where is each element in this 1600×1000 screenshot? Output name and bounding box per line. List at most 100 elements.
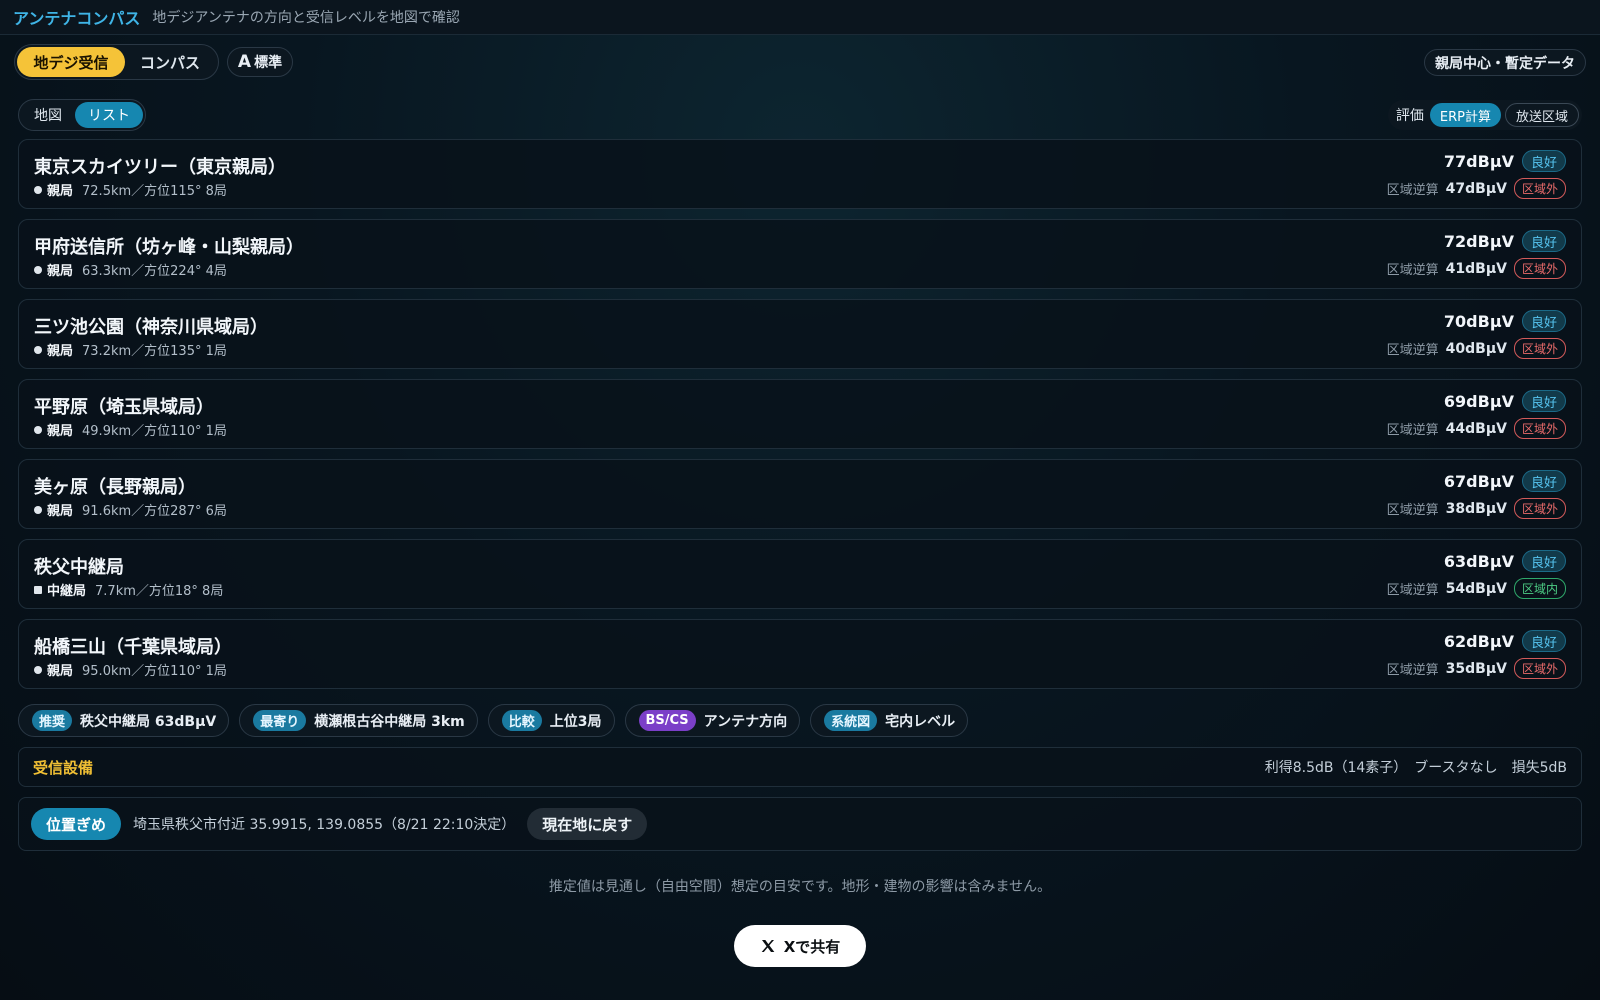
- grade-badge: 良好: [1521, 630, 1566, 652]
- text-size-button[interactable]: A 標準: [227, 47, 293, 77]
- station-card[interactable]: 平野原（埼玉県域局） 親局 49.9km／方位110° 1局 69dBμV 良好…: [18, 379, 1582, 449]
- zone-badge: 区域外: [1513, 498, 1566, 519]
- main-dot-icon: [34, 265, 42, 274]
- data-status-badge: 親局中心・暫定データ: [1424, 49, 1586, 76]
- zone-badge: 区域外: [1513, 338, 1566, 359]
- reverse-label: 区域逆算: [1386, 423, 1439, 438]
- station-card[interactable]: 美ヶ原（長野親局） 親局 91.6km／方位287° 6局 67dBμV 良好 …: [18, 459, 1582, 529]
- zone-badge: 区域外: [1513, 418, 1566, 439]
- zone-badge: 区域内: [1513, 578, 1566, 599]
- top-bar: アンテナコンパス 地デジアンテナの方向と受信レベルを地図で確認: [0, 0, 1600, 35]
- chip-tag: 最寄り: [253, 710, 307, 731]
- station-reverse-row: 区域逆算 44dBμV 区域外: [1387, 418, 1566, 439]
- grade-badge: 良好: [1521, 550, 1566, 572]
- signal-level: 72dBμV: [1443, 231, 1514, 251]
- main-dot-icon: [34, 345, 42, 354]
- equipment-info: 利得8.5dB（14素子） ブースタなし 損失5dB: [1264, 760, 1567, 776]
- zone-badge: 区域外: [1513, 658, 1566, 679]
- location-set-button[interactable]: 位置ぎめ: [31, 808, 122, 840]
- station-level-row: 67dBμV 良好: [1444, 470, 1566, 492]
- tab-terrestrial[interactable]: 地デジ受信: [17, 47, 125, 77]
- station-name: 三ツ池公園（神奈川県域局）: [34, 317, 268, 338]
- station-type: 親局: [47, 184, 74, 199]
- main-dot-icon: [34, 425, 42, 434]
- zone-badge: 区域外: [1513, 258, 1566, 279]
- signal-level: 62dBμV: [1443, 631, 1514, 651]
- chip-text: アンテナ方向: [703, 713, 788, 730]
- reverse-label: 区域逆算: [1386, 183, 1439, 198]
- station-level-row: 77dBμV 良好: [1444, 150, 1566, 172]
- chip-text: 宅内レベル: [885, 713, 956, 730]
- disclaimer: 推定値は見通し（自由空間）想定の目安です。地形・建物の影響は含みません。: [548, 879, 1052, 895]
- station-reverse-row: 区域逆算 35dBμV 区域外: [1387, 658, 1566, 679]
- relay-square-icon: [34, 585, 42, 594]
- quick-chip[interactable]: 推奨 秩父中継局 63dBμV: [18, 704, 230, 737]
- quick-chip[interactable]: 比較 上位3局: [487, 704, 615, 737]
- station-name: 美ヶ原（長野親局）: [34, 477, 196, 498]
- eval-erp-option[interactable]: ERP計算: [1429, 103, 1501, 127]
- tab-compass[interactable]: コンパス: [125, 47, 215, 77]
- view-list-option[interactable]: リスト: [75, 102, 143, 128]
- station-meta: 親局 95.0km／方位110° 1局: [34, 660, 227, 679]
- main-dot-icon: [34, 185, 42, 194]
- station-type: 中継局: [47, 584, 87, 599]
- signal-level: 70dBμV: [1443, 311, 1514, 331]
- evaluation-switch: 評価 ERP計算 放送区域: [1387, 100, 1582, 130]
- quick-chip[interactable]: BS/CS アンテナ方向: [624, 704, 801, 737]
- reverse-label: 区域逆算: [1386, 663, 1439, 678]
- station-level-row: 63dBμV 良好: [1444, 550, 1566, 572]
- reverse-label: 区域逆算: [1386, 503, 1439, 518]
- station-meta: 親局 73.2km／方位135° 1局: [34, 340, 227, 359]
- eval-area-option[interactable]: 放送区域: [1504, 103, 1579, 127]
- station-list: 東京スカイツリー（東京親局） 親局 72.5km／方位115° 8局 77dBμ…: [18, 139, 1582, 699]
- location-bar: 位置ぎめ 埼玉県秩父市付近 35.9915, 139.0855（8/21 22:…: [18, 797, 1582, 851]
- chip-text: 秩父中継局 63dBμV: [80, 713, 217, 730]
- station-level-row: 69dBμV 良好: [1444, 390, 1566, 412]
- app-subtitle: 地デジアンテナの方向と受信レベルを地図で確認: [152, 10, 460, 26]
- station-meta: 親局 91.6km／方位287° 6局: [34, 500, 227, 519]
- equipment-bar[interactable]: 受信設備 利得8.5dB（14素子） ブースタなし 損失5dB: [18, 747, 1582, 787]
- station-reverse-row: 区域逆算 38dBμV 区域外: [1387, 498, 1566, 519]
- signal-level: 77dBμV: [1443, 151, 1514, 171]
- station-name: 船橋三山（千葉県域局）: [34, 637, 232, 658]
- view-map-option[interactable]: 地図: [21, 102, 75, 128]
- signal-level: 63dBμV: [1443, 551, 1514, 571]
- station-card[interactable]: 秩父中継局 中継局 7.7km／方位18° 8局 63dBμV 良好 区域逆算 …: [18, 539, 1582, 609]
- view-switch: 地図 リスト: [18, 99, 146, 131]
- share-x-button[interactable]: Xで共有: [734, 925, 866, 967]
- return-current-location-button[interactable]: 現在地に戻す: [527, 808, 648, 840]
- grade-badge: 良好: [1521, 230, 1566, 252]
- chip-text: 横瀬根古谷中継局 3km: [314, 713, 465, 730]
- station-card[interactable]: 三ツ池公園（神奈川県域局） 親局 73.2km／方位135° 1局 70dBμV…: [18, 299, 1582, 369]
- station-meta: 親局 72.5km／方位115° 8局: [34, 180, 227, 199]
- grade-badge: 良好: [1521, 390, 1566, 412]
- station-meta: 親局 49.9km／方位110° 1局: [34, 420, 227, 439]
- app-title[interactable]: アンテナコンパス: [13, 5, 140, 29]
- station-distance-bearing: 73.2km／方位135° 1局: [82, 344, 227, 359]
- main-dot-icon: [34, 505, 42, 514]
- station-distance-bearing: 7.7km／方位18° 8局: [95, 584, 224, 599]
- reverse-value: 35dBμV: [1445, 660, 1507, 677]
- quick-chip[interactable]: 最寄り 横瀬根古谷中継局 3km: [239, 704, 478, 737]
- station-card[interactable]: 甲府送信所（坊ヶ峰・山梨親局） 親局 63.3km／方位224° 4局 72dB…: [18, 219, 1582, 289]
- signal-level: 67dBμV: [1443, 471, 1514, 491]
- station-type: 親局: [47, 424, 74, 439]
- station-distance-bearing: 63.3km／方位224° 4局: [82, 264, 227, 279]
- station-type: 親局: [47, 664, 74, 679]
- grade-badge: 良好: [1521, 470, 1566, 492]
- station-card[interactable]: 東京スカイツリー（東京親局） 親局 72.5km／方位115° 8局 77dBμ…: [18, 139, 1582, 209]
- station-meta: 中継局 7.7km／方位18° 8局: [34, 580, 223, 599]
- station-type: 親局: [47, 344, 74, 359]
- mode-switch: 地デジ受信 コンパス: [14, 44, 219, 80]
- reverse-label: 区域逆算: [1386, 263, 1439, 278]
- station-card[interactable]: 船橋三山（千葉県域局） 親局 95.0km／方位110° 1局 62dBμV 良…: [18, 619, 1582, 689]
- quick-chip[interactable]: 系統図 宅内レベル: [810, 704, 969, 737]
- station-level-row: 70dBμV 良好: [1444, 310, 1566, 332]
- station-name: 平野原（埼玉県域局）: [34, 397, 214, 418]
- station-reverse-row: 区域逆算 41dBμV 区域外: [1387, 258, 1566, 279]
- station-reverse-row: 区域逆算 54dBμV 区域内: [1387, 578, 1566, 599]
- station-name: 東京スカイツリー（東京親局）: [34, 157, 286, 178]
- station-level-row: 62dBμV 良好: [1444, 630, 1566, 652]
- grade-badge: 良好: [1521, 150, 1566, 172]
- reverse-value: 44dBμV: [1445, 420, 1507, 437]
